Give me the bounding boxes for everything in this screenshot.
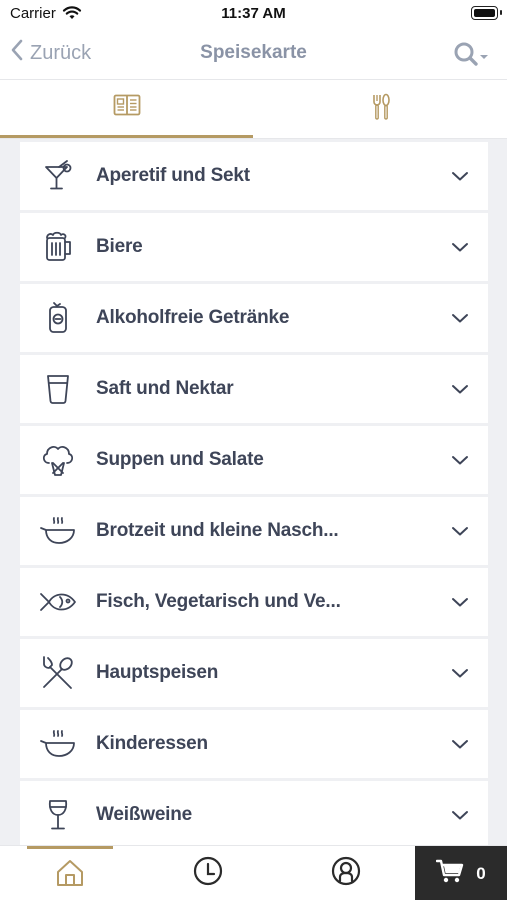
hot-bowl-icon bbox=[20, 497, 96, 565]
dropdown-caret-icon bbox=[479, 48, 489, 66]
tab-cutlery[interactable] bbox=[254, 80, 507, 138]
list-item[interactable]: Hauptspeisen bbox=[20, 639, 488, 707]
beer-mug-icon bbox=[20, 213, 96, 281]
cart-button[interactable]: 0 bbox=[415, 846, 507, 900]
list-item[interactable]: Brotzeit und kleine Nasch... bbox=[20, 497, 488, 565]
chevron-down-icon bbox=[432, 639, 488, 707]
soda-can-icon bbox=[20, 284, 96, 352]
bottom-tab-bar: 0 bbox=[0, 845, 507, 900]
list-item[interactable]: Weißweine bbox=[20, 781, 488, 845]
status-bar: Carrier 11:37 AM bbox=[0, 0, 507, 30]
list-item[interactable]: Fisch, Vegetarisch und Ve... bbox=[20, 568, 488, 636]
search-icon bbox=[453, 41, 479, 72]
chevron-down-icon bbox=[432, 568, 488, 636]
category-label: Aperetif und Sekt bbox=[96, 165, 250, 186]
tab-menu-card[interactable] bbox=[0, 80, 253, 138]
hot-bowl-icon bbox=[20, 710, 96, 778]
category-label: Brotzeit und kleine Nasch... bbox=[96, 520, 339, 541]
cart-count-badge: 0 bbox=[476, 863, 486, 883]
category-list: Aperetif und Sekt Biere Alkoholfreie Get… bbox=[20, 142, 488, 845]
category-list-container: Aperetif und Sekt Biere Alkoholfreie Get… bbox=[0, 139, 507, 845]
list-item[interactable]: Biere bbox=[20, 213, 488, 281]
category-label: Fisch, Vegetarisch und Ve... bbox=[96, 591, 341, 612]
chevron-down-icon bbox=[432, 213, 488, 281]
list-item[interactable]: Kinderessen bbox=[20, 710, 488, 778]
chevron-down-icon bbox=[432, 284, 488, 352]
category-label: Suppen und Salate bbox=[96, 449, 264, 470]
glass-icon bbox=[20, 355, 96, 423]
list-item[interactable]: Saft und Nektar bbox=[20, 355, 488, 423]
fish-icon bbox=[20, 568, 96, 636]
search-button[interactable] bbox=[453, 41, 489, 72]
category-label: Saft und Nektar bbox=[96, 378, 234, 399]
battery-icon bbox=[471, 6, 502, 20]
cocktail-icon bbox=[20, 142, 96, 210]
chevron-down-icon bbox=[432, 355, 488, 423]
shopping-cart-icon bbox=[436, 858, 464, 889]
user-icon bbox=[330, 855, 362, 892]
tab-account[interactable] bbox=[303, 846, 389, 900]
list-item[interactable]: Aperetif und Sekt bbox=[20, 142, 488, 210]
chevron-down-icon bbox=[432, 710, 488, 778]
broccoli-icon bbox=[20, 426, 96, 494]
clock: 11:37 AM bbox=[221, 5, 286, 22]
category-label: Hauptspeisen bbox=[96, 662, 219, 683]
list-item[interactable]: Alkoholfreie Getränke bbox=[20, 284, 488, 352]
navigation-bar: Zurück Speisekarte bbox=[0, 30, 507, 80]
fork-spoon-icon bbox=[20, 639, 96, 707]
chevron-down-icon bbox=[432, 142, 488, 210]
category-label: Alkoholfreie Getränke bbox=[96, 307, 290, 328]
clock-icon bbox=[192, 855, 224, 892]
wine-glass-icon bbox=[20, 781, 96, 845]
chevron-down-icon bbox=[432, 426, 488, 494]
category-label: Kinderessen bbox=[96, 733, 208, 754]
tab-bar bbox=[0, 80, 507, 139]
cutlery-icon bbox=[371, 93, 391, 126]
chevron-down-icon bbox=[432, 497, 488, 565]
tab-recent[interactable] bbox=[165, 846, 251, 900]
menu-card-icon bbox=[113, 94, 141, 121]
list-item[interactable]: Suppen und Salate bbox=[20, 426, 488, 494]
home-icon bbox=[55, 859, 85, 892]
tab-home[interactable] bbox=[27, 846, 113, 900]
category-label: Weißweine bbox=[96, 804, 193, 825]
category-label: Biere bbox=[96, 236, 143, 257]
page-title: Speisekarte bbox=[200, 42, 307, 63]
chevron-down-icon bbox=[432, 781, 488, 845]
